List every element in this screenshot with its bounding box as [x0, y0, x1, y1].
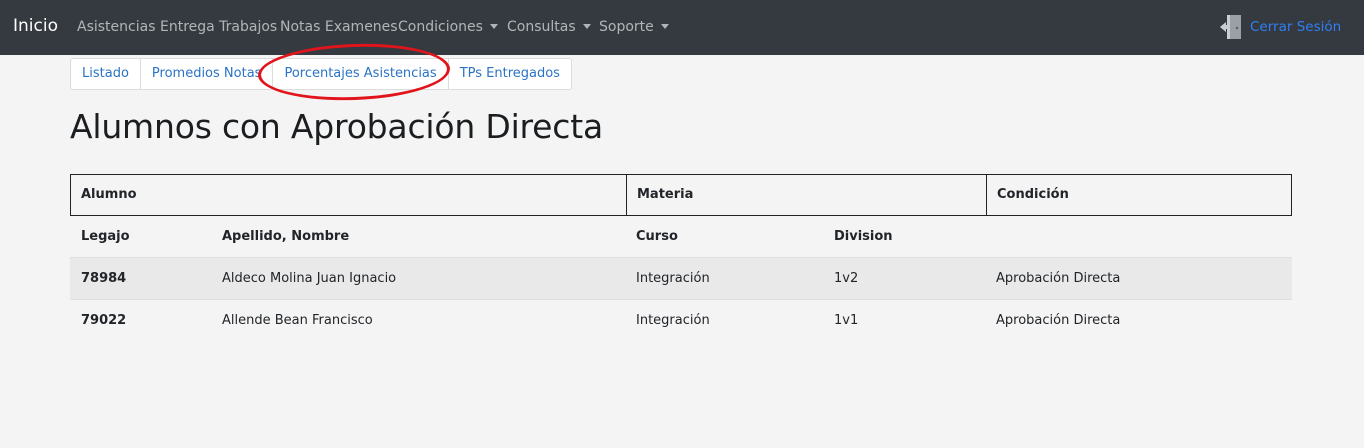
- brand-link[interactable]: Inicio: [13, 16, 58, 36]
- col-header-curso: Curso: [636, 229, 678, 244]
- cell-division: 1v2: [834, 271, 859, 286]
- logout-button[interactable]: Cerrar Sesión: [1218, 13, 1341, 41]
- tab-listado[interactable]: Listado: [71, 59, 140, 89]
- nav-consultas-dropdown[interactable]: Consultas: [507, 19, 591, 35]
- chevron-down-icon: [660, 24, 669, 29]
- column-header-row: Legajo Apellido, Nombre Curso Division: [70, 216, 1292, 258]
- nav-consultas-label: Consultas: [507, 19, 576, 35]
- group-header-row: Alumno Materia Condición: [70, 174, 1292, 216]
- cell-condicion: Aprobación Directa: [996, 271, 1121, 286]
- cell-curso: Integración: [636, 271, 710, 286]
- nav-soporte-dropdown[interactable]: Soporte: [599, 19, 669, 35]
- table-row[interactable]: 78984 Aldeco Molina Juan Ignacio Integra…: [70, 258, 1292, 300]
- group-header-materia: Materia: [637, 187, 694, 202]
- chevron-down-icon: [489, 24, 498, 29]
- nav-notas-examenes[interactable]: Notas Examenes: [280, 19, 398, 35]
- cell-nombre: Allende Bean Francisco: [222, 313, 373, 328]
- sub-navigation-tabs: Listado Promedios Notas Porcentajes Asis…: [70, 58, 572, 90]
- col-header-nombre: Apellido, Nombre: [222, 229, 350, 244]
- cell-legajo: 78984: [81, 271, 127, 286]
- cell-legajo: 79022: [81, 313, 127, 328]
- nav-condiciones-dropdown[interactable]: Condiciones: [398, 19, 498, 35]
- col-header-division: Division: [834, 229, 893, 244]
- logout-label: Cerrar Sesión: [1250, 19, 1342, 35]
- tab-tps-entregados[interactable]: TPs Entregados: [447, 59, 571, 89]
- table-row[interactable]: 79022 Allende Bean Francisco Integración…: [70, 300, 1292, 342]
- tab-porcentajes-asistencias[interactable]: Porcentajes Asistencias: [272, 59, 447, 89]
- cell-condicion: Aprobación Directa: [996, 313, 1121, 328]
- students-table: Alumno Materia Condición Legajo Apellido…: [70, 174, 1292, 342]
- cell-curso: Integración: [636, 313, 710, 328]
- nav-asistencias[interactable]: Asistencias: [77, 19, 156, 35]
- col-header-legajo: Legajo: [81, 229, 130, 244]
- nav-entrega-trabajos[interactable]: Entrega Trabajos: [160, 19, 277, 35]
- page-title: Alumnos con Aprobación Directa: [70, 107, 603, 146]
- group-header-alumno: Alumno: [81, 187, 137, 202]
- nav-condiciones-label: Condiciones: [398, 19, 483, 35]
- tab-promedios-notas[interactable]: Promedios Notas: [139, 59, 273, 89]
- nav-soporte-label: Soporte: [599, 19, 654, 35]
- group-header-condicion: Condición: [997, 187, 1069, 202]
- cell-nombre: Aldeco Molina Juan Ignacio: [222, 271, 397, 286]
- chevron-down-icon: [582, 24, 591, 29]
- top-navbar: Inicio Asistencias Entrega Trabajos Nota…: [0, 0, 1364, 55]
- logout-door-icon: [1220, 15, 1241, 39]
- cell-division: 1v1: [834, 313, 859, 328]
